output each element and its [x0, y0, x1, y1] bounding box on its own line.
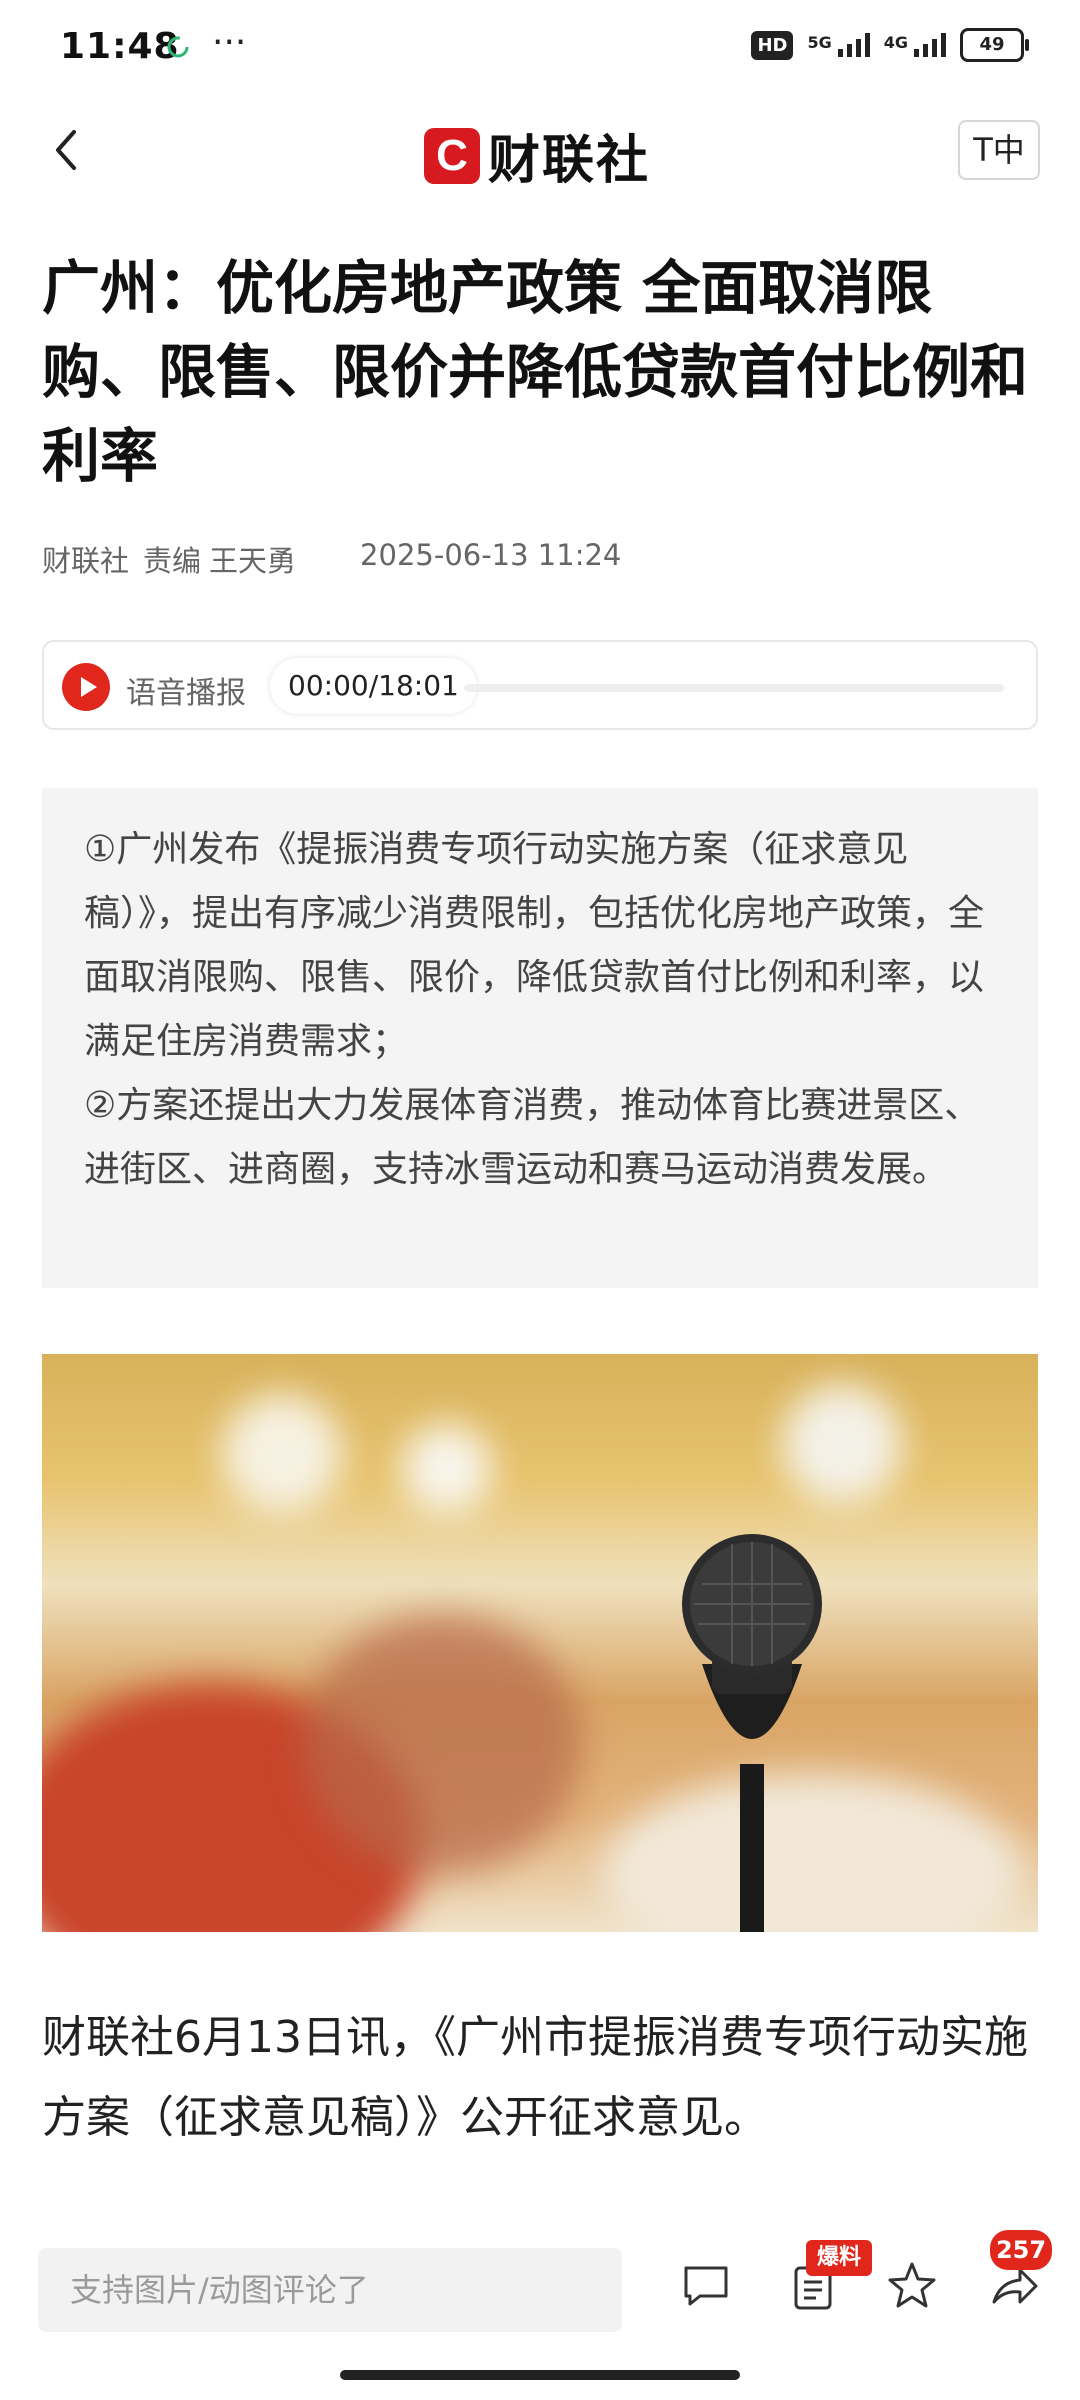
editor-label: 责编 [143, 544, 202, 578]
comment-icon[interactable] [678, 2258, 734, 2314]
signal-4g-icon: 4G [884, 33, 946, 57]
summary-point-2: ②方案还提出大力发展体育消费，推动体育比赛进景区、进街区、进商圈，支持冰雪运动和… [84, 1085, 981, 1190]
logo-mark: C [424, 127, 480, 184]
audio-label: 语音播报 [126, 676, 246, 711]
back-arrow-icon[interactable] [40, 120, 100, 180]
app-logo: C 财联社 [424, 118, 650, 193]
more-dots-icon: ··· [212, 22, 247, 63]
status-indicators: HD 5G 4G 49 [751, 28, 1029, 62]
star-favorite-icon[interactable] [884, 2258, 940, 2314]
app-header: C 财联社 T中 [0, 100, 1080, 200]
publish-datetime: 2025-06-13 11:24 [360, 538, 622, 572]
hd-badge: HD [751, 30, 794, 60]
editor-name: 王天勇 [209, 544, 297, 578]
status-time: 11:48 [60, 26, 180, 67]
bottom-action-bar: 支持图片/动图评论了 爆料 257 [0, 2230, 1080, 2340]
audio-progress-bar[interactable] [464, 684, 1004, 692]
summary-point-1: ①广州发布《提振消费专项行动实施方案（征求意见稿）》，提出有序减少消费限制，包括… [84, 829, 985, 1062]
article-source: 财联社 [42, 544, 130, 578]
article-body: 财联社6月13日讯，《广州市提振消费专项行动实施方案（征求意见稿）》公开征求意见… [42, 2012, 1028, 2143]
article-meta: 财联社 责编 王天勇 2025-06-13 11:24 [42, 538, 635, 580]
microphone-illustration [682, 1534, 822, 1932]
share-count-badge: 257 [990, 2230, 1052, 2270]
logo-text: 财联社 [488, 131, 651, 191]
audio-player: 语音播报 00:00/18:01 [42, 640, 1038, 730]
home-indicator[interactable] [340, 2370, 740, 2380]
comment-input[interactable]: 支持图片/动图评论了 [38, 2248, 622, 2332]
summary-box: ①广州发布《提振消费专项行动实施方案（征求意见稿）》，提出有序减少消费限制，包括… [42, 788, 1038, 1288]
font-size-button[interactable]: T中 [958, 120, 1040, 180]
audio-time[interactable]: 00:00/18:01 [270, 658, 477, 714]
sync-icon [167, 36, 189, 58]
article-title: 广州：优化房地产政策 全面取消限购、限售、限价并降低贷款首付比例和利率 [42, 254, 1029, 490]
tip-badge: 爆料 [806, 2240, 872, 2276]
battery-icon: 49 [960, 28, 1029, 62]
play-icon[interactable] [62, 663, 110, 711]
article-image-microphone[interactable] [42, 1354, 1038, 1932]
signal-5g-icon: 5G [807, 33, 870, 57]
status-bar: 11:48 ··· HD 5G 4G 49 [0, 0, 1080, 100]
